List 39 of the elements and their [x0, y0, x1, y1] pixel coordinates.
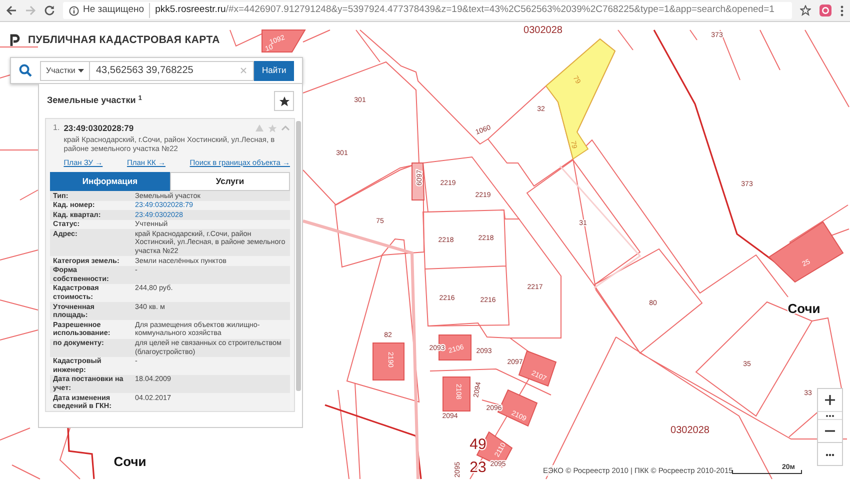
address-url[interactable]: pkk5.rosreestr.ru/#x=4426907.912791248&y=5397924.477378439&z=19&text=43%2C562563%2039%2C768225&type=1&app=search&opened=1: [155, 3, 774, 18]
results-title: Земельные участки $^{1}$: [47, 94, 142, 108]
building-shape[interactable]: [768, 221, 844, 283]
cadastral-number: 23:49:0302028:79: [64, 122, 134, 135]
tab[interactable]: Информация: [50, 172, 170, 191]
plus-icon: [824, 394, 836, 406]
scale-bar: [732, 470, 802, 474]
ellipsis-icon: [824, 452, 836, 457]
security-status: Не защищено: [83, 3, 150, 18]
selected-parcel[interactable]: [545, 38, 616, 160]
tab[interactable]: Услуги: [170, 172, 290, 191]
app-title: ПУБЛИЧНАЯ КАДАСТРОВАЯ КАРТА: [28, 33, 220, 48]
search-field[interactable]: 43,562563 39,768225: [90, 60, 254, 80]
star-icon: [278, 96, 290, 106]
star-icon[interactable]: [800, 5, 811, 16]
search-icon[interactable]: [19, 64, 32, 77]
back-icon[interactable]: [6, 5, 17, 16]
logo-icon: [10, 34, 20, 48]
info-icon[interactable]: [69, 6, 79, 16]
building-shape[interactable]: [412, 162, 425, 200]
quarter-number: 0302028: [670, 425, 710, 436]
zoom-more-button[interactable]: [818, 411, 842, 420]
ellipsis-icon: [824, 414, 836, 418]
caret-icon: [78, 68, 84, 72]
menu-icon[interactable]: [840, 4, 844, 16]
extension-icon[interactable]: [819, 4, 832, 17]
city-name: Сочи: [788, 301, 820, 316]
result-card[interactable]: [45, 118, 295, 412]
scrollbar-thumb[interactable]: [296, 121, 301, 391]
city-name: Сочи: [114, 454, 146, 469]
favorite-button[interactable]: [274, 91, 294, 111]
clear-icon[interactable]: [240, 67, 247, 74]
building-shape[interactable]: [262, 30, 306, 52]
star-icon[interactable]: [268, 124, 277, 133]
category-dropdown[interactable]: Участки: [40, 60, 90, 80]
quarter-number: 0302028: [524, 25, 562, 36]
reload-icon[interactable]: [44, 5, 55, 16]
result-index: 1.: [52, 122, 60, 134]
find-button[interactable]: Найти: [254, 60, 294, 80]
